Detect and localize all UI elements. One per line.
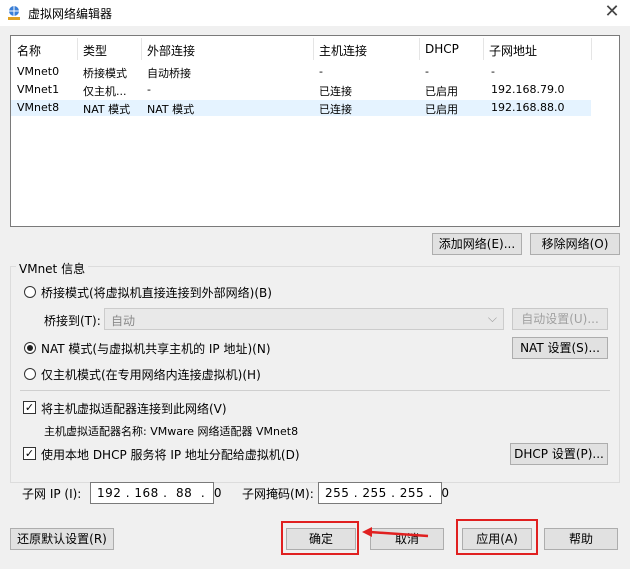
row-dhcp: 已启用 [425, 103, 458, 116]
close-button[interactable]: ✕ [600, 2, 624, 24]
row-host: 已连接 [319, 85, 352, 98]
connect-adapter-label[interactable]: 将主机虚拟适配器连接到此网络(V) [41, 400, 227, 417]
dhcp-label[interactable]: 使用本地 DHCP 服务将 IP 地址分配给虚拟机(D) [41, 446, 300, 463]
host-only-mode-label[interactable]: 仅主机模式(在专用网络内连接虚拟机)(H) [41, 366, 261, 383]
divider [20, 390, 610, 391]
row-dhcp: 已启用 [425, 85, 458, 98]
annotation-box-ok [281, 521, 359, 555]
row-external: 自动桥接 [147, 67, 191, 80]
column-header-subnet[interactable]: 子网地址 [489, 42, 537, 59]
column-header-external[interactable]: 外部连接 [147, 42, 195, 59]
column-header-type[interactable]: 类型 [83, 42, 107, 59]
table-row[interactable]: VMnet1 仅主机... - 已连接 已启用 192.168.79.0 [11, 82, 591, 98]
row-host: - [319, 65, 323, 78]
row-name: VMnet8 [17, 101, 60, 114]
subnet-ip-input[interactable]: 192 . 168 . 88 . 0 [90, 482, 222, 504]
window-title: 虚拟网络编辑器 [28, 7, 113, 21]
bridge-to-dropdown[interactable]: 自动 ⌵ [104, 308, 504, 330]
row-external: NAT 模式 [147, 103, 195, 116]
row-type: 仅主机... [83, 85, 127, 98]
column-header-host[interactable]: 主机连接 [319, 42, 367, 59]
title-bar: 虚拟网络编辑器 ✕ [0, 0, 630, 26]
dhcp-settings-button[interactable]: DHCP 设置(P)... [510, 443, 608, 465]
bridge-to-value: 自动 [111, 314, 136, 328]
remove-network-button[interactable]: 移除网络(O) [530, 233, 620, 255]
row-dhcp: - [425, 65, 429, 78]
table-row-selected[interactable]: VMnet8 NAT 模式 NAT 模式 已连接 已启用 192.168.88.… [11, 100, 591, 116]
nat-mode-label[interactable]: NAT 模式(与虚拟机共享主机的 IP 地址)(N) [41, 340, 271, 357]
host-only-mode-radio[interactable] [24, 368, 36, 380]
annotation-box-apply [456, 519, 538, 555]
nat-mode-radio[interactable] [24, 342, 36, 354]
chevron-down-icon: ⌵ [487, 311, 497, 325]
table-row[interactable]: VMnet0 桥接模式 自动桥接 - - - [11, 64, 591, 80]
row-subnet: - [491, 65, 495, 78]
subnet-mask-input[interactable]: 255 . 255 . 255 . 0 [318, 482, 449, 504]
list-header: 名称 类型 外部连接 主机连接 DHCP 子网地址 [11, 36, 619, 62]
row-subnet: 192.168.88.0 [491, 101, 565, 114]
column-header-dhcp[interactable]: DHCP [425, 42, 459, 56]
bridge-mode-radio[interactable] [24, 286, 36, 298]
network-globe-icon [8, 6, 20, 20]
connect-adapter-checkbox[interactable]: ✓ [23, 401, 36, 414]
restore-defaults-button[interactable]: 还原默认设置(R) [10, 528, 114, 550]
vmnet-info-label: VMnet 信息 [16, 260, 89, 277]
annotation-arrow-icon [362, 527, 429, 538]
row-external: - [147, 83, 151, 96]
row-name: VMnet1 [17, 83, 60, 96]
row-type: 桥接模式 [83, 67, 127, 80]
help-button[interactable]: 帮助 [544, 528, 618, 550]
row-name: VMnet0 [17, 65, 60, 78]
adapter-name-text: 主机虚拟适配器名称: VMware 网络适配器 VMnet8 [44, 425, 299, 438]
bridge-mode-label[interactable]: 桥接模式(将虚拟机直接连接到外部网络)(B) [41, 284, 272, 301]
column-header-name[interactable]: 名称 [17, 42, 41, 59]
row-host: 已连接 [319, 103, 352, 116]
bridge-to-label: 桥接到(T): [44, 314, 101, 328]
network-list[interactable]: 名称 类型 外部连接 主机连接 DHCP 子网地址 VMnet0 桥接模式 自动… [10, 35, 620, 227]
row-subnet: 192.168.79.0 [491, 83, 565, 96]
nat-settings-button[interactable]: NAT 设置(S)... [512, 337, 608, 359]
subnet-ip-label: 子网 IP (I): [22, 487, 82, 501]
auto-settings-button[interactable]: 自动设置(U)... [512, 308, 608, 330]
subnet-mask-label: 子网掩码(M): [242, 487, 314, 501]
add-network-button[interactable]: 添加网络(E)... [432, 233, 522, 255]
row-type: NAT 模式 [83, 103, 131, 116]
dhcp-checkbox[interactable]: ✓ [23, 447, 36, 460]
